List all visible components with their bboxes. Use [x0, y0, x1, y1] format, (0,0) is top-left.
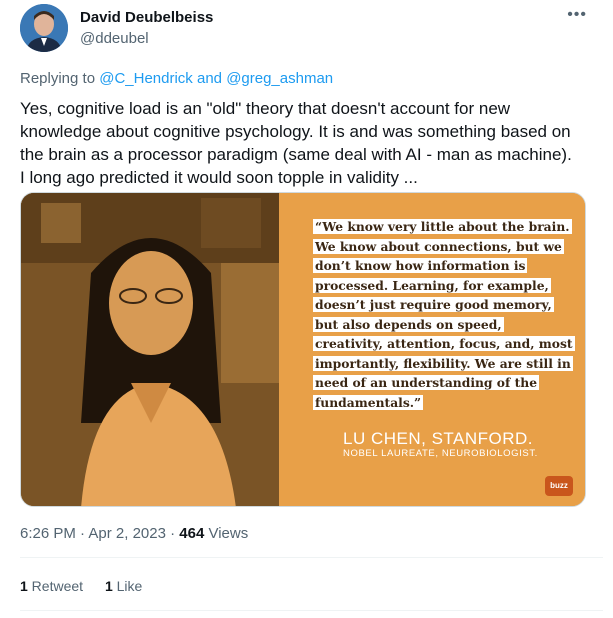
tweet-date[interactable]: Apr 2, 2023	[88, 525, 166, 542]
quote-author: LU CHEN, STANFORD.	[343, 429, 534, 448]
retweets-count: 1	[20, 578, 28, 594]
mention-c-hendrick[interactable]: @C_Hendrick	[99, 70, 193, 87]
meta-dot-1: ·	[75, 525, 89, 542]
avatar[interactable]	[20, 4, 68, 52]
engagement-stats: 1 Retweet 1 Like	[20, 578, 160, 594]
more-options-icon[interactable]: •••	[567, 6, 587, 24]
mention-greg-ashman[interactable]: @greg_ashman	[226, 70, 333, 87]
portrait-photo	[21, 193, 279, 506]
tweet-image[interactable]: “We know very little about the brain. We…	[20, 192, 586, 507]
replying-to: Replying to @C_Hendrick and @greg_ashman	[20, 70, 333, 87]
portrait-illustration	[21, 193, 279, 506]
likes-label: Like	[112, 578, 143, 594]
quote-text: “We know very little about the brain. We…	[313, 217, 575, 412]
likes-stat[interactable]: 1 Like	[105, 578, 142, 594]
quote-author-title: NOBEL LAUREATE, NEUROBIOLOGIST.	[343, 448, 538, 459]
mention-joiner[interactable]: and	[193, 70, 226, 87]
divider	[20, 557, 603, 558]
quote-text-inner: “We know very little about the brain. We…	[313, 219, 575, 410]
retweets-stat[interactable]: 1 Retweet	[20, 578, 83, 594]
views-label: Views	[204, 525, 249, 542]
avatar-image	[20, 4, 68, 52]
quote-panel: “We know very little about the brain. We…	[279, 193, 585, 506]
author-handle[interactable]: @ddeubel	[80, 30, 149, 47]
author-name[interactable]: David Deubelbeiss	[80, 9, 213, 26]
tweet-meta: 6:26 PM · Apr 2, 2023 · 464 Views	[20, 525, 248, 542]
views-count: 464	[179, 525, 205, 542]
tweet-time[interactable]: 6:26 PM	[20, 525, 76, 542]
retweets-label: Retweet	[27, 578, 84, 594]
replying-to-prefix: Replying to	[20, 70, 100, 87]
buzz-logo: buzz	[545, 476, 573, 496]
divider-bottom	[20, 610, 603, 611]
meta-dot-2: ·	[165, 525, 180, 542]
likes-count: 1	[104, 578, 113, 594]
tweet-text: Yes, cognitive load is an "old" theory t…	[20, 99, 572, 187]
